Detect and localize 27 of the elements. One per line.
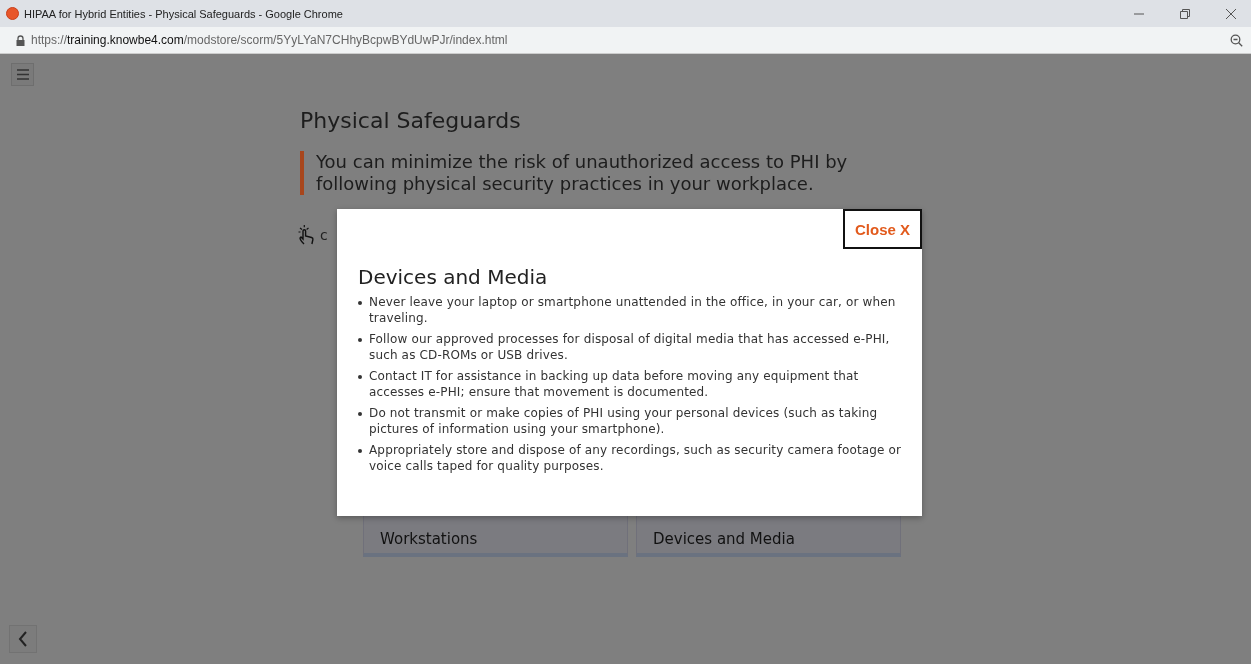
bullet-text: Do not transmit or make copies of PHI using your personal devices (such as taking pictures of information using your smartphone). — [369, 405, 879, 437]
page-title: Physical Safeguards — [300, 108, 522, 133]
restore-icon[interactable] — [1179, 7, 1191, 20]
back-button[interactable] — [9, 625, 37, 653]
window-title: HIPAA for Hybrid Entities - Physical Safeguards - Google Chrome — [24, 7, 343, 20]
bullet-text: Appropriately store and dispose of any recordings, such as security camera footage or voice calls taped for quality purposes. — [369, 442, 903, 474]
bullet-icon — [358, 449, 362, 453]
bullet-text: Contact IT for assistance in backing up data before moving any equipment that accesses e-PHI; ensure that movement is documented. — [369, 368, 860, 400]
url-text[interactable]: https://training.knowbe4.com/modstore/scorm/5YyLYaN7CHhyBcpwBYdUwPJr/index.html — [31, 33, 508, 47]
menu-button[interactable] — [11, 63, 34, 86]
modal-heading: Devices and Media — [358, 265, 549, 289]
close-button[interactable]: Close X — [842, 209, 922, 249]
bullet-icon — [358, 375, 362, 379]
menu-icon — [16, 69, 29, 80]
bullet-icon — [358, 412, 362, 416]
browser-logo-icon — [6, 7, 19, 20]
bullet-text: Never leave your laptop or smartphone unattended in the office, in your car, or when traveling. — [369, 294, 897, 326]
bullet-text: Follow our approved processes for disposal of digital media that has accessed e-PHI, such as CD-ROMs or USB drives. — [369, 331, 891, 363]
callout-text: You can minimize the risk of unauthorized access to PHI by following physical security practices in your workplace. — [300, 151, 916, 195]
bullet-icon — [358, 338, 362, 342]
close-icon[interactable] — [1225, 7, 1237, 20]
lock-icon — [16, 34, 25, 46]
bullet-icon — [358, 301, 362, 305]
chevron-left-icon — [18, 631, 28, 647]
zoom-out-icon[interactable] — [1230, 33, 1243, 47]
tap-hand-icon — [298, 225, 316, 245]
hint-text: c — [320, 227, 328, 243]
